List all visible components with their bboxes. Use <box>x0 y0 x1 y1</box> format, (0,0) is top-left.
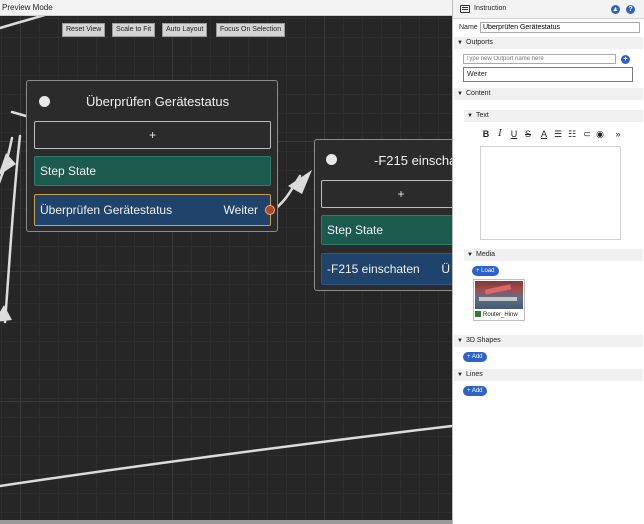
inspector-panel: Instruction ▲ ? Name ▼Outports + Weiter … <box>452 0 644 524</box>
section-content-label: Content <box>466 90 491 97</box>
step-state-row[interactable]: Step State <box>34 156 271 186</box>
add-step-button[interactable]: + <box>321 180 452 208</box>
section-text[interactable]: ▼ Text <box>464 110 643 122</box>
node-title: -F215 einschaten <box>374 153 452 168</box>
collapse-triangle-icon: ▼ <box>457 40 463 46</box>
graph-canvas[interactable]: Reset View Scale to Fit Auto Layout Focu… <box>0 16 452 520</box>
section-3d-shapes[interactable]: ▼ 3D Shapes <box>454 335 643 347</box>
section-content[interactable]: ▼ Content <box>454 88 643 100</box>
load-media-button[interactable]: + Load <box>472 266 499 276</box>
section-3d-shapes-label: 3D Shapes <box>466 337 501 344</box>
outport-row[interactable]: Überprüfen Gerätestatus Weiter <box>34 194 271 226</box>
media-preview-image <box>475 281 523 309</box>
collapse-triangle-icon: ▼ <box>457 372 463 378</box>
section-outports[interactable]: ▼ Outports <box>454 37 643 49</box>
output-port-dot[interactable] <box>265 205 275 215</box>
new-outport-input[interactable] <box>463 54 616 64</box>
outport-name: Weiter <box>223 203 258 217</box>
text-editor[interactable] <box>480 146 621 240</box>
panel-title: Instruction <box>474 5 507 12</box>
scale-to-fit-button[interactable]: Scale to Fit <box>112 23 156 37</box>
add-outport-icon[interactable]: + <box>621 55 630 64</box>
node-f215-einschaten[interactable]: -F215 einschaten + Step State -F215 eins… <box>314 139 452 291</box>
add-3d-shape-button[interactable]: + Add <box>463 352 487 362</box>
node-ueberpruefen-geraetestatus[interactable]: Überprüfen Gerätestatus + Step State Übe… <box>26 80 278 232</box>
node-input-port[interactable] <box>39 96 50 107</box>
more-tools-icon[interactable]: » <box>613 128 623 140</box>
wire-arrow-left <box>0 153 16 175</box>
node-title: Überprüfen Gerätestatus <box>86 94 230 109</box>
bold-icon[interactable]: B <box>481 128 491 140</box>
section-lines[interactable]: ▼ Lines <box>454 369 643 381</box>
link-icon[interactable]: ⊂ <box>582 128 592 140</box>
font-color-icon[interactable]: A <box>539 128 549 140</box>
image-file-icon <box>475 311 481 317</box>
auto-layout-button[interactable]: Auto Layout <box>162 23 208 37</box>
italic-icon[interactable]: I <box>495 128 505 140</box>
section-text-label: Text <box>476 112 489 119</box>
collapse-triangle-icon: ▼ <box>467 252 473 258</box>
outport-item[interactable]: Weiter <box>463 67 633 82</box>
outport-row-label: -F215 einschaten <box>327 262 420 276</box>
collapse-triangle-icon: ▼ <box>467 113 473 119</box>
section-media[interactable]: ▼ Media <box>464 249 643 261</box>
outport-row-label: Überprüfen Gerätestatus <box>40 203 173 217</box>
up-arrow-icon[interactable]: ▲ <box>611 5 620 14</box>
step-state-row[interactable]: Step State <box>321 215 452 245</box>
insert-icon[interactable]: ◉ <box>595 128 605 140</box>
bullet-list-icon[interactable]: ☰ <box>553 128 563 140</box>
add-line-button[interactable]: + Add <box>463 386 487 396</box>
preview-mode-label: Preview Mode <box>2 3 53 12</box>
collapse-triangle-icon: ▼ <box>457 91 463 97</box>
collapse-triangle-icon: ▼ <box>457 338 463 344</box>
node-input-port[interactable] <box>326 154 337 165</box>
numbered-list-icon[interactable]: ☷ <box>567 128 577 140</box>
add-step-button[interactable]: + <box>34 121 271 149</box>
wire-top-left <box>0 16 46 30</box>
wire-into-node1 <box>10 110 28 118</box>
name-label: Name <box>459 24 478 31</box>
panel-header: Instruction ▲ ? <box>453 0 644 19</box>
section-lines-label: Lines <box>466 371 483 378</box>
section-media-label: Media <box>476 251 496 258</box>
instruction-icon <box>460 5 470 13</box>
wire-bottom <box>0 424 452 488</box>
outport-row[interactable]: -F215 einschaten Ü <box>321 253 452 285</box>
canvas-scrollbar[interactable] <box>0 520 452 524</box>
help-icon[interactable]: ? <box>626 5 635 14</box>
underline-icon[interactable]: U <box>509 128 519 140</box>
media-thumbnail[interactable]: Router_Hinw <box>473 279 525 321</box>
media-file-label: Router_Hinw <box>475 311 523 320</box>
media-file-name: Router_Hinw <box>483 312 518 318</box>
strikethrough-icon[interactable]: S <box>523 128 533 140</box>
reset-view-button[interactable]: Reset View <box>62 23 106 37</box>
name-field[interactable] <box>480 22 640 33</box>
outport-name: Ü <box>441 262 450 276</box>
section-outports-label: Outports <box>466 39 493 46</box>
focus-on-selection-button[interactable]: Focus On Selection <box>216 23 286 37</box>
